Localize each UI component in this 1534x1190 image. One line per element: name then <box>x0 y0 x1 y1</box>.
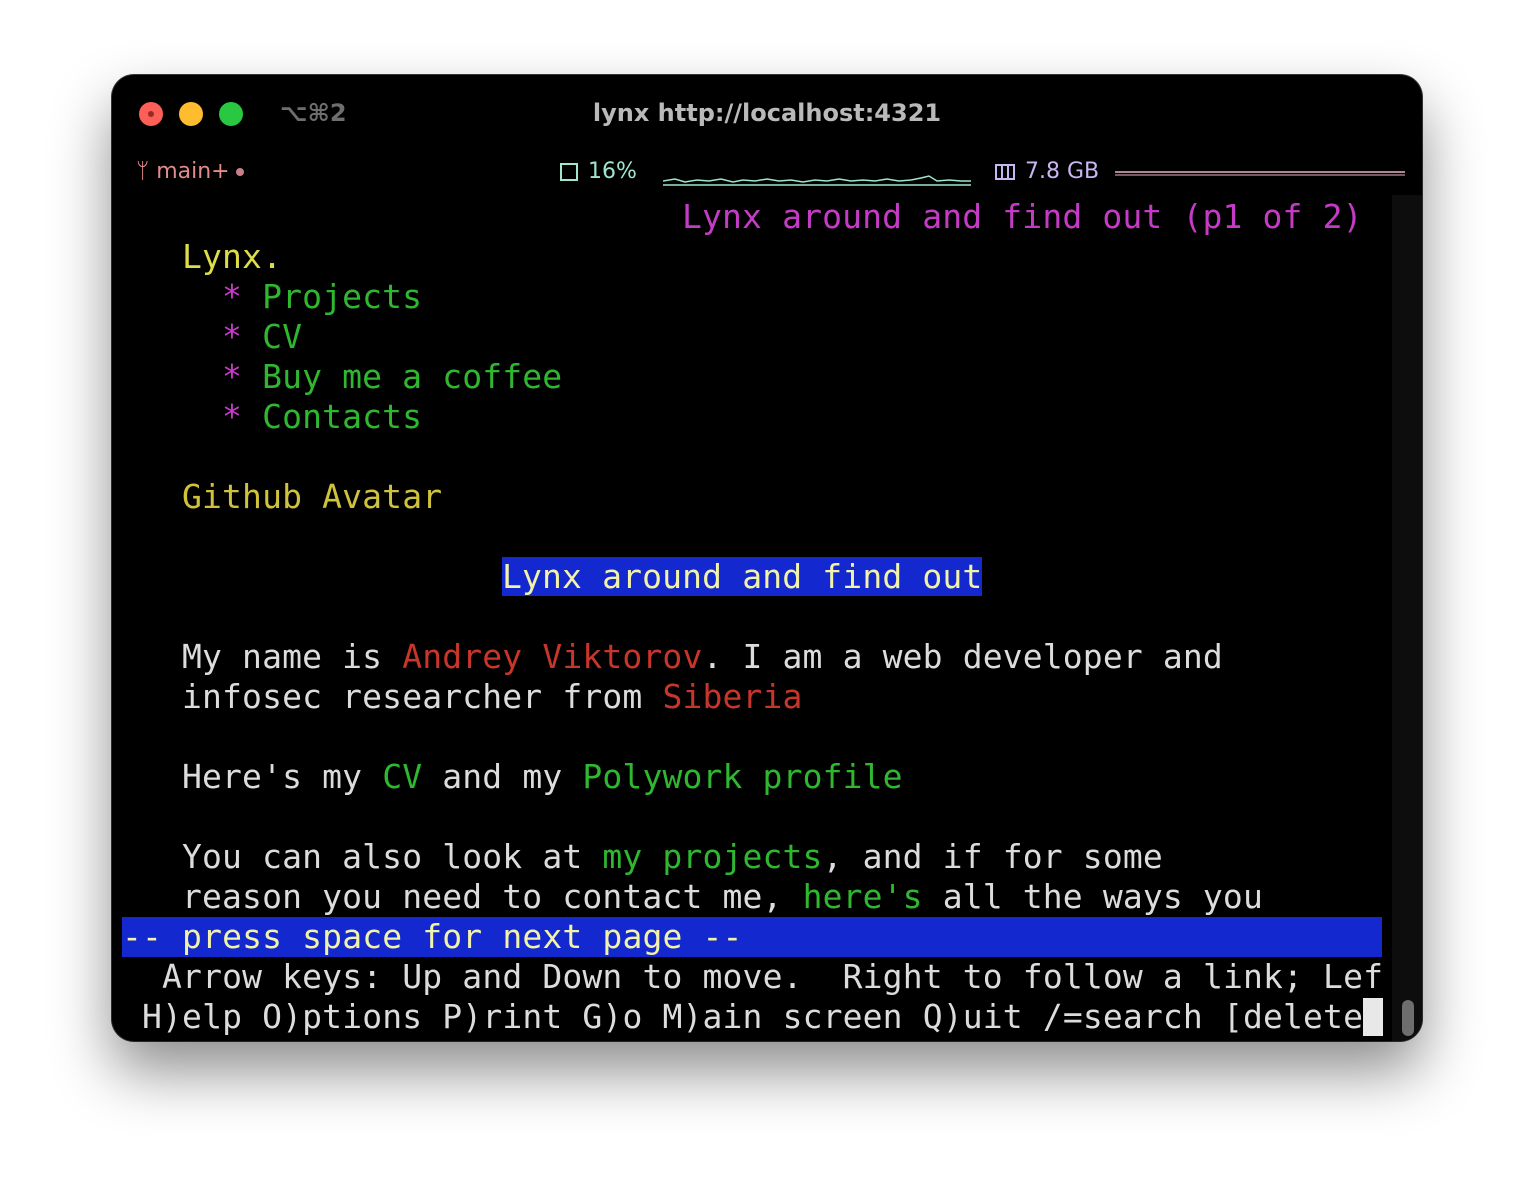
scrollbar-thumb[interactable] <box>1402 1000 1414 1036</box>
cpu-sparkline <box>663 175 971 186</box>
cv-link[interactable]: CV <box>382 757 422 796</box>
nav-item: * Contacts <box>222 397 422 437</box>
cpu-chip-icon <box>560 163 578 181</box>
author-name: Andrey Viktorov <box>402 637 703 676</box>
projects-line-2: reason you need to contact me, here's al… <box>182 877 1263 917</box>
lynx-page-header: Lynx around and find out (p1 of 2) <box>682 197 1363 236</box>
page-heading-line: Lynx around and find out <box>502 557 983 597</box>
bullet-icon: * <box>222 317 243 356</box>
avatar-alt-text: Github Avatar <box>182 477 443 516</box>
intro-text: infosec researcher from <box>182 677 663 716</box>
branch-name: main+ <box>156 159 230 184</box>
memory-sparkline <box>1115 171 1405 176</box>
help-line-2: H)elp O)ptions P)rint G)o M)ain screen Q… <box>122 997 1384 1037</box>
nav-link-contacts[interactable]: Contacts <box>262 397 422 436</box>
bullet-icon: * <box>222 277 243 316</box>
bullet-icon: * <box>222 397 243 436</box>
projects-text: , and if for some <box>822 837 1163 876</box>
cv-line: Here's my CV and my Polywork profile <box>182 757 903 797</box>
git-branch-icon: ᛘ <box>136 159 150 184</box>
projects-link[interactable]: my projects <box>602 837 822 876</box>
ram-icon <box>995 164 1015 180</box>
memory-usage: 7.8 GB <box>1025 159 1100 184</box>
contacts-link[interactable]: here's <box>803 877 923 916</box>
cv-text: and my <box>422 757 583 796</box>
help-line-1: Arrow keys: Up and Down to move. Right t… <box>122 957 1384 996</box>
projects-line-1: You can also look at my projects, and if… <box>182 837 1163 877</box>
cpu-usage: 16% <box>588 159 637 184</box>
memory-status: 7.8 GB <box>995 159 1099 189</box>
command-menu: H)elp O)ptions P)rint G)o M)ain screen Q… <box>122 997 1364 1036</box>
nav-link-projects[interactable]: Projects <box>262 277 422 316</box>
scrollbar-track[interactable] <box>1392 195 1422 1041</box>
next-page-prompt: -- press space for next page -- <box>122 917 1382 957</box>
title-bar: ⌥⌘2 lynx http://localhost:4321 <box>112 75 1422 153</box>
intro-line-1: My name is Andrey Viktorov. I am a web d… <box>182 637 1223 677</box>
cv-text: Here's my <box>182 757 383 796</box>
intro-text: My name is <box>182 637 403 676</box>
more-prompt-line: -- press space for next page -- <box>122 917 1382 957</box>
nav-item: * Buy me a coffee <box>222 357 562 397</box>
location: Siberia <box>662 677 803 716</box>
text-cursor <box>1363 998 1384 1036</box>
intro-text: . I am a web developer and <box>702 637 1223 676</box>
site-title: Lynx. <box>182 237 283 276</box>
nav-link-cv[interactable]: CV <box>262 317 302 356</box>
git-branch-status: ᛘ main+ <box>136 159 244 189</box>
nav-item: * Projects <box>222 277 422 317</box>
polywork-link[interactable]: Polywork profile <box>582 757 902 796</box>
nav-link-coffee[interactable]: Buy me a coffee <box>262 357 562 396</box>
projects-text: all the ways you <box>922 877 1263 916</box>
intro-line-2: infosec researcher from Siberia <box>182 677 803 717</box>
projects-text: reason you need to contact me, <box>182 877 803 916</box>
bullet-icon: * <box>222 357 243 396</box>
projects-text: You can also look at <box>182 837 603 876</box>
terminal-window: ⌥⌘2 lynx http://localhost:4321 ᛘ main+ 1… <box>112 75 1422 1041</box>
dirty-dot-icon <box>235 168 244 176</box>
page-heading[interactable]: Lynx around and find out <box>502 557 983 596</box>
cpu-status: 16% <box>560 159 637 189</box>
window-title: lynx http://localhost:4321 <box>592 99 942 127</box>
nav-item: * CV <box>222 317 302 357</box>
